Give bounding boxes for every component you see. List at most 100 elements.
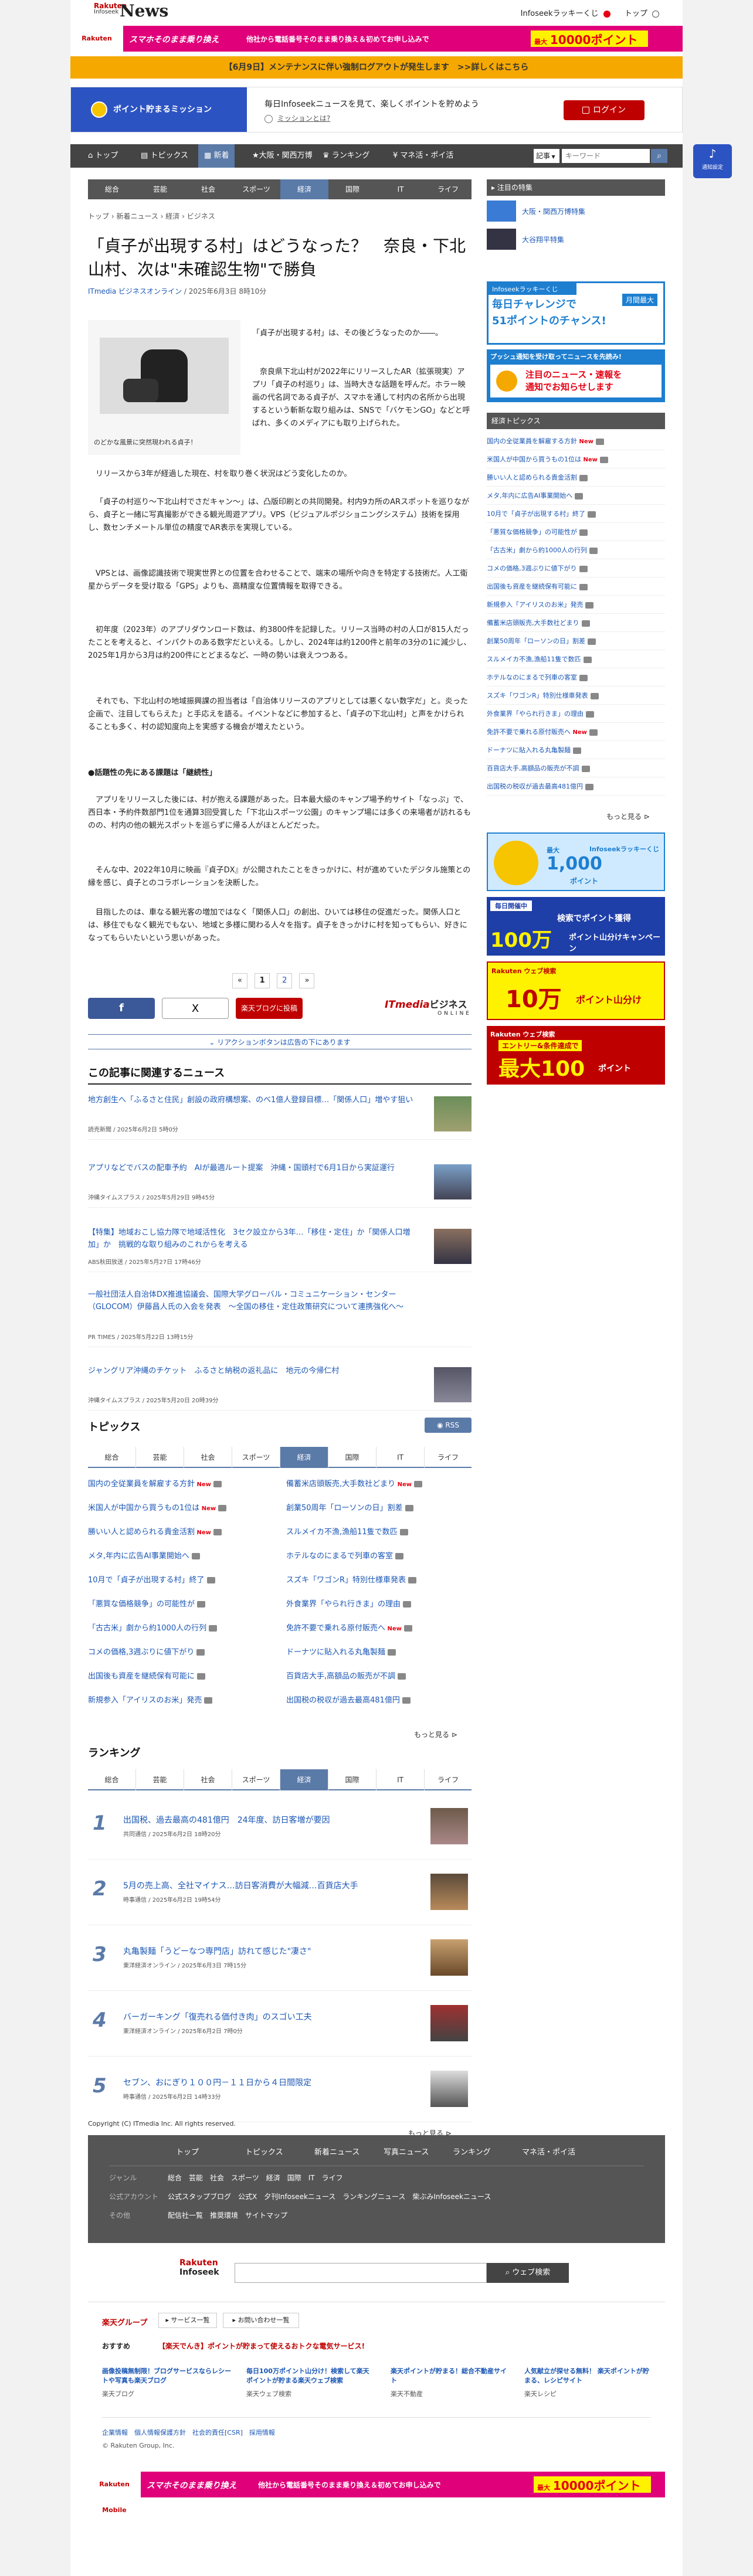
economy-topic-item[interactable]: スズキ「ワゴンR」特別仕様車発表 <box>487 687 665 705</box>
rss-button[interactable]: ◉ RSS <box>425 1418 472 1433</box>
nav-top[interactable]: ⌂ トップ <box>82 144 124 168</box>
topic-item[interactable]: 百貨店大手,高額品の販売が不調 <box>286 1670 406 1681</box>
recommend-item-recipe[interactable]: 人気献立が探せる無料！ 楽天ポイントが貯まる、レシピサイト 楽天レシピ <box>524 2367 653 2398</box>
economy-topic-item[interactable]: ホテルなのにまるで列車の客室 <box>487 669 665 687</box>
economy-topic-item[interactable]: 出国税の税収が過去最高481億円 <box>487 778 665 796</box>
topic-item[interactable]: スズキ「ワゴンR」特別仕様車発表 <box>286 1574 417 1585</box>
topic-item[interactable]: 外食業界「やられ行きま」の理由 <box>286 1598 412 1609</box>
feature-ohtani[interactable]: 大谷翔平特集 <box>487 229 665 252</box>
cat-economy[interactable]: 経済 <box>280 179 328 199</box>
ranking-tab[interactable]: 総合 <box>88 1769 136 1790</box>
ranking-tab[interactable]: IT <box>376 1769 425 1790</box>
ranking-tab[interactable]: ライフ <box>425 1769 472 1790</box>
footer-nav-link[interactable]: 写真ニュース <box>384 2146 429 2157</box>
cat-general[interactable]: 総合 <box>88 179 136 199</box>
economy-topic-item[interactable]: 創業50周年「ローソンの日」割差 <box>487 633 665 650</box>
crumb-business[interactable]: ビジネス <box>187 212 215 220</box>
topic-item[interactable]: ホテルなのにまるで列車の客室 <box>286 1549 404 1561</box>
footer-nav-link[interactable]: ランキング <box>453 2146 491 2157</box>
cat-international[interactable]: 国際 <box>328 179 376 199</box>
related-item[interactable]: 一般社団法人自治体DX推進協議会、国際大学グローバル・コミュニケーション・センタ… <box>88 1289 472 1347</box>
economy-topic-item[interactable]: 外食業界「やられ行きま」の理由 <box>487 705 665 723</box>
topics-tab[interactable]: 経済 <box>280 1447 328 1468</box>
topics-tab[interactable]: スポーツ <box>232 1447 280 1468</box>
article-image[interactable]: のどかな風景に突然現われる貞子！ <box>88 320 240 455</box>
ranking-item[interactable]: 5 セブン、おにぎり１００円－１１日から４日間限定 時事通信 / 2025年6月… <box>88 2057 472 2122</box>
nav-new[interactable]: ▦ 新着 <box>198 144 235 168</box>
related-item[interactable]: 【特集】地域おこし協力隊で地域活性化 3セク設立から3年…「移住・定住」か「関係… <box>88 1226 472 1272</box>
economy-topic-item[interactable]: 新規参入「アイリスのお米」発売 <box>487 596 665 614</box>
crumb-economy[interactable]: 経済 <box>165 212 179 220</box>
topics-tab[interactable]: ライフ <box>425 1447 472 1468</box>
footer-genre-links[interactable]: 総合 芸能 社会 スポーツ 経済 国際 IT ライフ <box>168 2174 343 2182</box>
ranking-item[interactable]: 3 丸亀製麺「うどーなつ専門店」訪れて感じた"凄さ" 東洋経済オンライン / 2… <box>88 1925 472 1991</box>
cat-it[interactable]: IT <box>376 179 425 199</box>
mission-help[interactable]: ミッションとは? <box>264 113 330 123</box>
ranking-tab[interactable]: 国際 <box>328 1769 376 1790</box>
economy-topic-item[interactable]: スルメイカ不漁,漁船11隻で数匹 <box>487 651 665 668</box>
search-button[interactable]: ⌕ <box>651 149 667 163</box>
ranking-tab[interactable]: 社会 <box>184 1769 232 1790</box>
topic-item[interactable]: 備蓄米店頭販売,大手数社どまり New <box>286 1477 423 1488</box>
topics-tab[interactable]: 国際 <box>328 1447 376 1468</box>
pager-page-1[interactable]: 1 <box>255 973 270 988</box>
related-item[interactable]: ジャングリア沖縄のチケット ふるさと納税の返礼品に 地元の今帰仁村 沖縄タイムス… <box>88 1365 472 1411</box>
topic-item[interactable]: 10月で「貞子が出現する村」終了 <box>88 1574 215 1585</box>
rakuten-blog-button[interactable]: 楽天ブログに投稿 <box>236 998 303 1019</box>
footer-official-links[interactable]: 公式スタップブログ 公式X 夕刊Infoseekニュース ランキングニュース 柴… <box>168 2193 491 2201</box>
ranking-tab[interactable]: スポーツ <box>232 1769 280 1790</box>
nav-ranking[interactable]: ♛ ランキング <box>317 144 375 168</box>
ranking-tab[interactable]: 経済 <box>280 1769 328 1790</box>
services-button[interactable]: ▸ サービス一覧 <box>158 2313 217 2328</box>
cat-sports[interactable]: スポーツ <box>232 179 280 199</box>
topic-item[interactable]: スルメイカ不漁,漁船11隻で数匹 <box>286 1525 408 1537</box>
nav-topics[interactable]: ▤ トピックス <box>135 144 194 168</box>
ranking-tab[interactable]: 芸能 <box>136 1769 184 1790</box>
recommend-item-websearch[interactable]: 毎日100万ポイント山分け！検索して楽天ポイントが貯まる楽天ウェブ検索 楽天ウェ… <box>246 2367 375 2398</box>
topic-item[interactable]: 国内の全従業員を解雇する方針 New <box>88 1477 222 1488</box>
rakuten-mobile-banner-bottom[interactable]: Rakuten Mobile スマホそのまま乗り換え 他社から電話番号そのまま乗… <box>88 2472 665 2514</box>
topics-tab[interactable]: IT <box>376 1447 425 1468</box>
sidebar-more[interactable]: もっと見る ⊳ <box>606 811 650 821</box>
economy-topic-item[interactable]: メタ,年内に広告AI事業開始へ <box>487 487 665 505</box>
recommend-title[interactable]: 【楽天でんき】ポイントが貯まって使えるおトクな電気サービス! <box>158 2341 365 2351</box>
banner-websearch-10man[interactable]: Rakuten ウェブ検索 10万 ポイント山分け <box>487 961 665 1020</box>
lucky-promo[interactable]: Infoseekラッキーくじ 毎日チャレンジで 月間最大 51ポイントのチャンス… <box>487 281 665 345</box>
site-logo[interactable]: Rakuten Infoseek News <box>94 2 168 25</box>
login-button[interactable]: ログイン <box>564 100 645 120</box>
related-item[interactable]: アプリなどでバスの配車予約 AIが最適ルート提案 沖縄・国頭村で6月1日から実証… <box>88 1162 472 1208</box>
crumb-top[interactable]: トップ <box>88 212 109 220</box>
economy-topic-item[interactable]: 米国人が中国から買うもの1位は New <box>487 451 665 468</box>
facebook-share-button[interactable]: f <box>88 998 155 1019</box>
economy-topic-item[interactable]: 出国後も資産を継続保有可能に <box>487 578 665 596</box>
cat-entertainment[interactable]: 芸能 <box>136 179 184 199</box>
footer-logo[interactable]: Rakuten Infoseek <box>179 2258 219 2277</box>
cat-life[interactable]: ライフ <box>425 179 472 199</box>
nav-money[interactable]: ¥ マネ活・ポイ活 <box>387 144 459 168</box>
topic-item[interactable]: 米国人が中国から買うもの1位は New <box>88 1501 227 1513</box>
economy-topic-item[interactable]: 百貨店大手,高額品の販売が不調 <box>487 760 665 777</box>
topics-more[interactable]: もっと見る ⊳ <box>414 1729 457 1739</box>
contact-button[interactable]: ▸ お問い合わせ一覧 <box>223 2313 299 2328</box>
mission-button[interactable]: ポイント貯まるミッション <box>71 87 247 132</box>
banner-search-100man[interactable]: 毎日開催中 検索でポイント獲得 100万 ポイント山分けキャンペーン <box>487 897 665 956</box>
ranking-item[interactable]: 2 5月の売上高、全社マイナス…訪日客消費が大幅減…百貨店大手 時事通信 / 2… <box>88 1860 472 1925</box>
banner-websearch-100pt[interactable]: Rakuten ウェブ検索 エントリー&条件達成で 最大100 ポイント <box>487 1026 665 1085</box>
article-source-link[interactable]: ITmedia ビジネスオンライン <box>88 287 182 295</box>
ranking-item[interactable]: 1 出国税、過去最高の481億円 24年度、訪日客増が要因 共同通信 / 202… <box>88 1794 472 1860</box>
economy-topic-item[interactable]: 10月で「貞子が出現する村」終了 <box>487 505 665 523</box>
topics-tab[interactable]: 社会 <box>184 1447 232 1468</box>
topics-tab[interactable]: 総合 <box>88 1447 136 1468</box>
topic-item[interactable]: コメの価格,3週ぶりに値下がり <box>88 1646 205 1657</box>
topic-item[interactable]: 創業50周年「ローソンの日」割差 <box>286 1501 413 1513</box>
nav-expo[interactable]: ★大阪・関西万博 <box>246 144 318 168</box>
related-item[interactable]: 地方創生へ「ふるさと住民」創設の政府構想案、のべ1億人登録目標…「関係人口」増や… <box>88 1094 472 1140</box>
economy-topic-item[interactable]: 国内の全従業員を解雇する方針 New <box>487 433 665 450</box>
itmedia-logo[interactable]: ITmediaビジネス ONLINE <box>385 997 472 1020</box>
search-input[interactable] <box>562 149 650 163</box>
economy-topic-item[interactable]: 「古古米」劇から約1000人の行列 <box>487 542 665 559</box>
topic-item[interactable]: 出国後も資産を継続保有可能に <box>88 1670 206 1681</box>
topic-item[interactable]: 出国税の税収が過去最高481億円 <box>286 1694 411 1705</box>
push-promo[interactable]: プッシュ通知を受け取ってニュースを先読み! 注目のニュース・速報を 通知でお知ら… <box>487 349 665 402</box>
economy-topic-item[interactable]: 免許不要で乗れる原付販売へ New <box>487 723 665 741</box>
